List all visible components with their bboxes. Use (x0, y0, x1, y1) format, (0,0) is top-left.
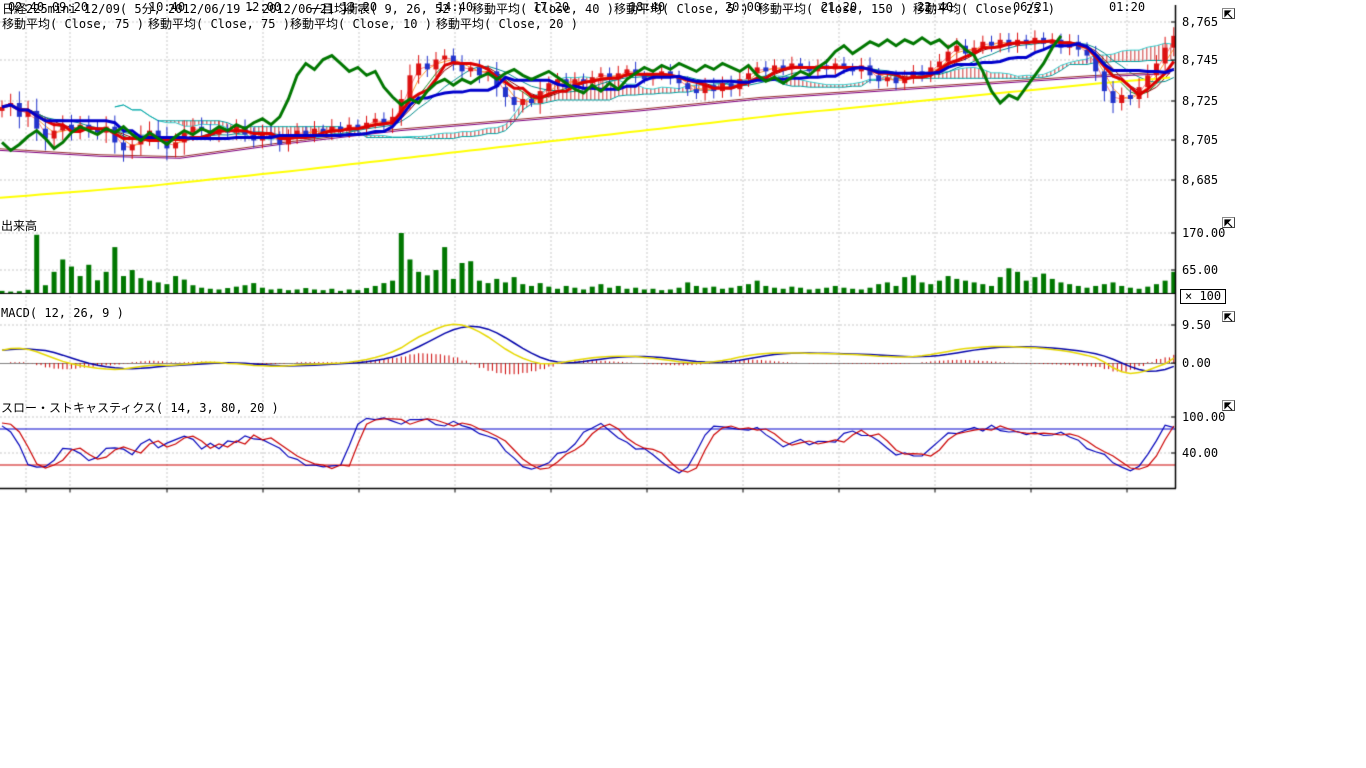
ma75-label: 移動平均( Close, 75 ) (2, 18, 144, 31)
price-axis-label: 8,765 (1182, 15, 1218, 29)
time-axis-label: 02:40 (8, 0, 44, 14)
time-axis-label: 01:20 (1109, 0, 1145, 14)
price-axis-scale-button[interactable] (1222, 8, 1235, 19)
time-axis-label: 10:40 (149, 0, 185, 14)
trading-chart-window: 日経225mini 12/09( 5分, 2012/06/19 - 2012/0… (0, 0, 1366, 768)
macd-panel-label: MACD( 12, 26, 9 ) (1, 306, 124, 320)
time-axis-label: 09:20 (52, 0, 88, 14)
time-axis-label: 18:40 (629, 0, 665, 14)
volume-multiplier-badge: × 100 (1180, 289, 1226, 304)
stoch-axis-label: 40.00 (1182, 446, 1218, 460)
ma20-label: 移動平均( Close, 20 ) (436, 18, 578, 31)
volume-axis-label: 65.00 (1182, 263, 1218, 277)
arrow-up-left-icon (1224, 313, 1233, 322)
time-axis-label: 12:00 (245, 0, 281, 14)
macd-axis-label: 9.50 (1182, 318, 1211, 332)
time-axis-label: 21:20 (821, 0, 857, 14)
stoch-panel-label: スロー・ストキャスティクス( 14, 3, 80, 20 ) (1, 399, 279, 416)
time-axis-label: 14:40 (437, 0, 473, 14)
price-axis-label: 8,725 (1182, 94, 1218, 108)
time-axis-label: 17:20 (533, 0, 569, 14)
price-axis-label: 8,685 (1182, 173, 1218, 187)
time-axis-label: 06/21 (1013, 0, 1049, 14)
macd-axis-label: 0.00 (1182, 356, 1211, 370)
price-volume-macd-stoch-chart[interactable] (0, 0, 1250, 520)
ma10-label: 移動平均( Close, 10 ) (290, 18, 432, 31)
ma75b-label: 移動平均( Close, 75 ) (148, 18, 290, 31)
volume-panel-label: 出来高 (1, 217, 37, 234)
price-axis-label: 8,705 (1182, 133, 1218, 147)
price-axis-label: 8,745 (1182, 53, 1218, 67)
time-axis-label: 13:20 (341, 0, 377, 14)
volume-axis-label: 170.00 (1182, 226, 1225, 240)
time-axis-label: 20:00 (725, 0, 761, 14)
stoch-axis-label: 100.00 (1182, 410, 1225, 424)
time-axis-label: 22:40 (917, 0, 953, 14)
arrow-up-left-icon (1224, 10, 1233, 19)
macd-axis-scale-button[interactable] (1222, 311, 1235, 322)
